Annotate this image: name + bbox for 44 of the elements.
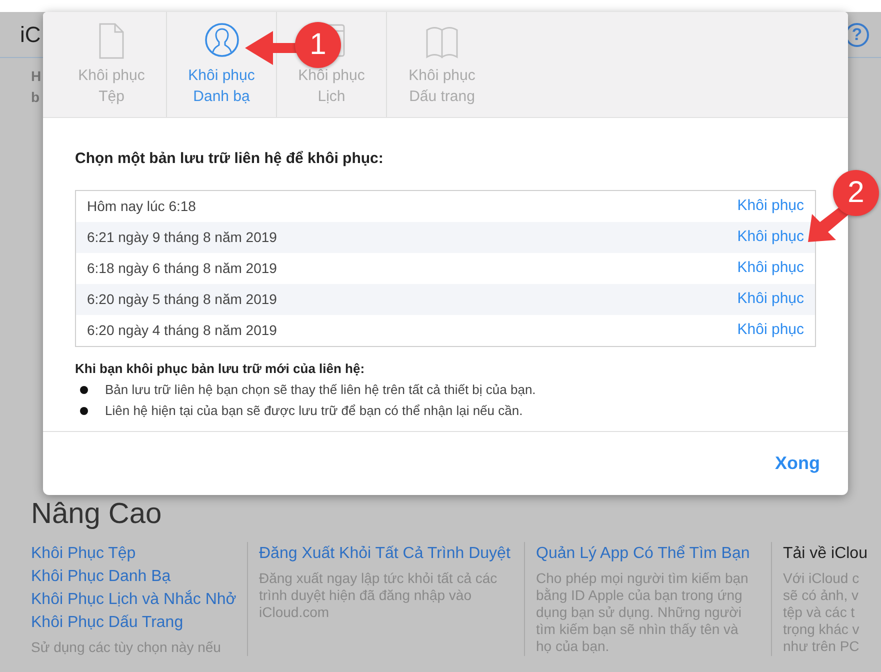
restore-link[interactable]: Khôi phục <box>737 288 804 310</box>
description-line: trọng khác v <box>783 620 860 638</box>
section-heading: Nâng Cao <box>31 497 163 532</box>
contact-icon <box>204 22 240 59</box>
settings-link[interactable]: Khôi Phục Tệp <box>31 542 136 565</box>
description-line: tìm kiếm bạn sẽ nhìn thấy tên và <box>536 620 738 638</box>
description-line: Sử dụng các tùy chọn này nếu <box>31 638 221 656</box>
backup-date: 6:20 ngày 5 tháng 8 năm 2019 <box>87 290 277 309</box>
backup-date: 6:18 ngày 6 tháng 8 năm 2019 <box>87 258 277 278</box>
description-line: iCloud.com <box>259 604 330 621</box>
description-line: dụng bạn sử dụng. Những người <box>536 604 742 621</box>
bullet-icon <box>80 386 88 394</box>
restore-link[interactable]: Khôi phục <box>737 318 804 342</box>
note-text: Bản lưu trữ liên hệ bạn chọn sẽ thay thế liên hệ trên tất cả thiết bị của bạn. <box>105 381 536 399</box>
settings-link[interactable]: Khôi Phục Lịch và Nhắc Nhở <box>31 588 236 611</box>
notes-title: Khi bạn khôi phục bản lưu trữ mới của liên hệ: <box>75 360 366 378</box>
settings-link[interactable]: Quản Lý App Có Thể Tìm Bạn <box>536 542 750 565</box>
restore-link[interactable]: Khôi phục <box>737 226 804 248</box>
page-text: H <box>31 67 42 86</box>
restore-link[interactable]: Khôi phục <box>737 256 804 280</box>
tab[interactable]: Khôi phục Dấu trang <box>387 12 497 117</box>
bullet-icon <box>80 406 88 414</box>
note-text: Liên hệ hiện tại của bạn sẽ được lưu trữ để bạn có thể nhận lại nếu cần. <box>105 402 523 420</box>
description-line: tệp và các t <box>783 604 855 621</box>
settings-link[interactable]: Khôi Phục Danh Bạ <box>31 564 171 588</box>
settings-link[interactable]: Đăng Xuất Khỏi Tất Cả Trình Duyệt <box>259 542 510 565</box>
restore-link[interactable]: Khôi phục <box>737 194 804 218</box>
page-title: iC <box>20 21 41 49</box>
backup-date: Hôm nay lúc 6:18 <box>87 196 196 216</box>
description-line: Với iCloud c <box>783 570 860 587</box>
backup-date: 6:20 ngày 4 tháng 8 năm 2019 <box>87 320 277 340</box>
description-line: Cho phép mọi người tìm kiếm bạn <box>536 570 748 587</box>
settings-link[interactable]: Khôi Phục Dấu Trang <box>31 610 184 634</box>
description-line: như trên PC <box>783 638 860 655</box>
backup-date: 6:21 ngày 9 tháng 8 năm 2019 <box>87 228 277 247</box>
description-line: trình duyệt hiện đã đăng nhập vào <box>259 586 472 604</box>
description-line: sẽ có ảnh, v <box>783 586 858 604</box>
description-line: bằng ID Apple của bạn trong ứng <box>536 586 742 604</box>
page-text: b <box>31 88 40 107</box>
tab[interactable]: Khôi phục Tệp <box>57 12 167 117</box>
prompt-text: Chọn một bản lưu trữ liên hệ để khôi phục: <box>75 149 384 169</box>
description-line: Đăng xuất ngay lập tức khỏi tất cả các <box>259 570 498 587</box>
done-button[interactable]: Xong <box>775 450 820 477</box>
description-line: họ của bạn. <box>536 638 610 655</box>
